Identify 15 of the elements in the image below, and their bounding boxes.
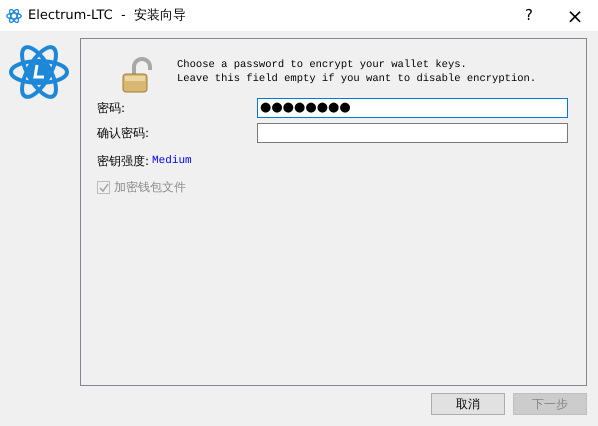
close-button[interactable]: × bbox=[552, 0, 598, 31]
field-label: 确认密码: bbox=[97, 124, 150, 142]
padlock-icon bbox=[122, 57, 152, 93]
instruction-text: Choose a password to encrypt your wallet keys. Leave this field empty if you want to disable encryption. bbox=[177, 58, 536, 86]
atom-app-icon bbox=[6, 8, 22, 24]
strength-label: 密钥强度: bbox=[97, 153, 150, 170]
password-field[interactable]: ●●●●●●●● bbox=[257, 98, 568, 118]
checkmark-icon bbox=[98, 182, 108, 192]
field-label: 密码: bbox=[97, 100, 126, 116]
checkbox-label: 加密钱包文件 bbox=[114, 179, 186, 196]
cancel-button[interactable]: 取消 bbox=[431, 393, 505, 415]
help-button[interactable]: ? bbox=[506, 0, 552, 31]
strength-value: Medium bbox=[152, 154, 192, 169]
password-field[interactable] bbox=[257, 122, 568, 142]
window-title: Electrum-LTC - 安装向导 bbox=[28, 6, 186, 25]
